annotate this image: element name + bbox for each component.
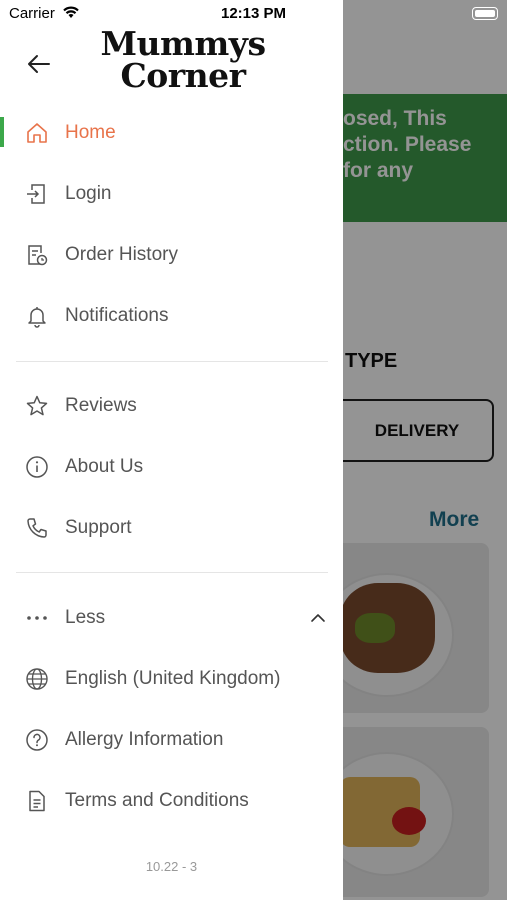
menu-item-support[interactable]: Support bbox=[0, 503, 343, 553]
menu-item-label: Notifications bbox=[65, 305, 169, 326]
menu-item-reviews[interactable]: Reviews bbox=[0, 381, 343, 431]
carrier-label: Carrier bbox=[9, 5, 55, 22]
menu-item-label: Order History bbox=[65, 244, 178, 265]
document-icon bbox=[25, 789, 49, 813]
menu-item-label: About Us bbox=[65, 456, 144, 477]
question-icon bbox=[25, 728, 49, 752]
menu-item-label: Support bbox=[65, 517, 132, 538]
menu-item-less[interactable]: Less bbox=[0, 593, 343, 643]
menu-item-about-us[interactable]: About Us bbox=[0, 442, 343, 492]
wifi-icon bbox=[62, 5, 80, 19]
home-icon bbox=[25, 121, 49, 145]
menu-item-login[interactable]: Login bbox=[0, 169, 343, 219]
menu-item-home[interactable]: Home bbox=[0, 108, 343, 158]
menu-item-label: Reviews bbox=[65, 395, 137, 416]
phone-icon bbox=[25, 516, 49, 540]
menu-item-label: Allergy Information bbox=[65, 729, 224, 750]
bell-icon bbox=[25, 304, 49, 328]
battery-icon bbox=[472, 7, 498, 20]
menu-item-label: Home bbox=[65, 122, 116, 143]
divider bbox=[16, 361, 328, 362]
more-dots-icon bbox=[25, 606, 49, 630]
divider bbox=[16, 572, 328, 573]
menu-item-label: Less bbox=[65, 607, 106, 628]
app-version: 10.22 - 3 bbox=[145, 859, 198, 874]
menu-item-allergy-information[interactable]: Allergy Information bbox=[0, 715, 343, 765]
brand-logo: Mummys Corner bbox=[98, 27, 268, 95]
chevron-up-icon[interactable] bbox=[309, 609, 327, 627]
side-drawer: Carrier 12:13 PM Mummys Corner Home Logi… bbox=[0, 0, 343, 900]
clock: 12:13 PM bbox=[221, 5, 287, 22]
login-icon bbox=[25, 182, 49, 206]
back-arrow-icon[interactable] bbox=[25, 50, 53, 78]
menu-item-language[interactable]: English (United Kingdom) bbox=[0, 654, 343, 704]
menu-item-label: Login bbox=[65, 183, 112, 204]
menu-item-label: English (United Kingdom) bbox=[65, 668, 281, 689]
menu-item-label: Terms and Conditions bbox=[65, 790, 249, 811]
menu-item-order-history[interactable]: Order History bbox=[0, 230, 343, 280]
globe-icon bbox=[25, 667, 49, 691]
menu-item-notifications[interactable]: Notifications bbox=[0, 291, 343, 341]
logo-line: Corner bbox=[120, 56, 246, 95]
order-history-icon bbox=[25, 243, 49, 267]
menu-item-terms-and-conditions[interactable]: Terms and Conditions bbox=[0, 776, 343, 826]
star-icon bbox=[25, 394, 49, 418]
info-icon bbox=[25, 455, 49, 479]
